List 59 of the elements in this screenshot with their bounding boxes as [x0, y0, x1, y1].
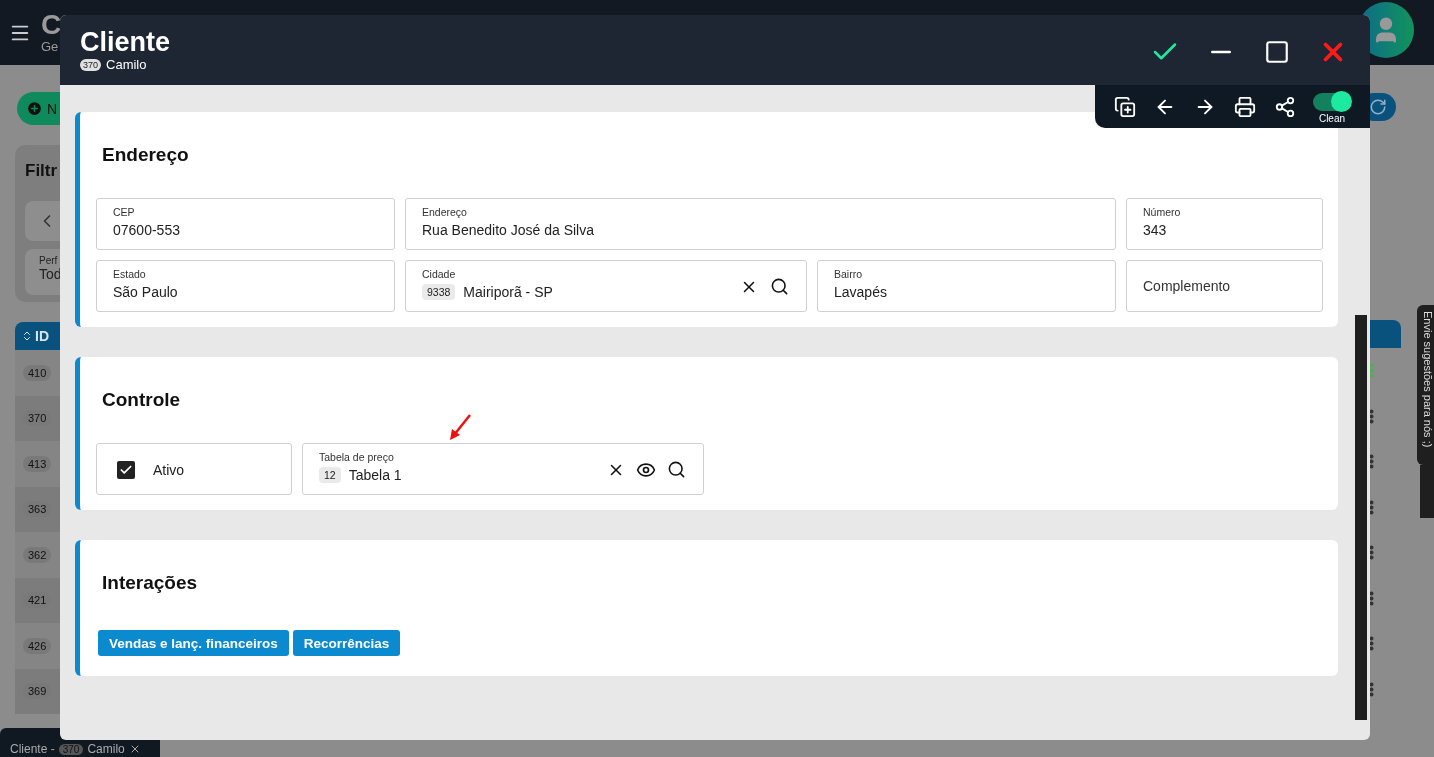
text-field[interactable]: Endereço Rua Benedito José da Silva	[405, 198, 1116, 250]
checkbox-label: Ativo	[153, 461, 185, 478]
refresh-icon	[1369, 98, 1387, 116]
id-badge: 413	[23, 455, 52, 472]
text-field[interactable]: Estado São Paulo	[96, 260, 395, 312]
section-title: Endereço	[102, 144, 190, 166]
modal-subtitle: Camilo	[106, 57, 147, 72]
share-icon[interactable]	[1274, 95, 1296, 118]
lookup-field[interactable]: Cidade 9338 Mairiporã - SP	[405, 260, 807, 312]
action-button[interactable]: Recorrências	[292, 630, 401, 656]
field-placeholder: Complemento	[1143, 277, 1231, 294]
text-field[interactable]: CEP 07600-553	[96, 198, 395, 250]
field-value: Lavapés	[834, 284, 888, 300]
code-badge: 12	[319, 467, 341, 483]
app-subtitle: Ge	[41, 39, 60, 54]
lookup-field[interactable]: Tabela de preço 12 Tabela 1	[302, 443, 704, 495]
plus-icon	[26, 100, 43, 117]
text-field[interactable]: Complemento	[1126, 260, 1323, 312]
feedback-tab[interactable]: Envie sugestões para nós ;)	[1417, 305, 1434, 465]
field-label: Número	[1143, 206, 1182, 218]
code-badge: 9338	[422, 284, 456, 300]
search-icon[interactable]	[666, 460, 686, 479]
field-value: 07600-553	[113, 222, 181, 238]
action-button[interactable]: Vendas e lanç. financeiros	[98, 630, 289, 656]
checkbox[interactable]	[117, 460, 135, 479]
field-value: Mairiporã - SP	[463, 284, 553, 300]
field-label: Estado	[113, 268, 147, 280]
print-icon[interactable]	[1234, 95, 1256, 118]
pointer-arrow-icon	[448, 413, 472, 441]
clean-toggle[interactable]	[1313, 93, 1351, 111]
id-badge: 410	[23, 364, 52, 381]
toggle-label: Clean	[1318, 113, 1346, 124]
field-value: 343	[1143, 222, 1168, 238]
field-value: Rua Benedito José da Silva	[422, 222, 595, 238]
sort-icon	[21, 330, 33, 342]
field-value: Tabela 1	[348, 467, 402, 483]
filter-title: Filtr	[25, 161, 59, 181]
tab-label: Cliente -	[10, 742, 55, 756]
maximize-icon[interactable]	[1264, 39, 1290, 65]
field-label: Endereço	[422, 206, 468, 218]
duplicate-icon[interactable]	[1114, 95, 1136, 118]
app-title: C	[41, 11, 62, 39]
id-badge: 426	[23, 637, 52, 654]
feedback-strip	[1420, 465, 1434, 518]
field-label: Bairro	[834, 268, 863, 280]
field-label: Tabela de preço	[319, 451, 395, 463]
field-label: Cidade	[422, 268, 457, 280]
text-field[interactable]: Número 343	[1126, 198, 1323, 250]
field-value: São Paulo	[113, 284, 179, 300]
field-label: CEP	[113, 206, 136, 218]
search-icon[interactable]	[769, 277, 789, 296]
id-badge: 362	[23, 546, 52, 563]
id-badge: 370	[80, 58, 102, 71]
section-title: Interações	[102, 572, 199, 594]
id-badge: 370	[58, 743, 84, 755]
tab-name: Camilo	[87, 742, 125, 756]
modal-title: Cliente	[80, 27, 171, 57]
section-title: Controle	[102, 389, 182, 411]
text-field[interactable]: Bairro Lavapés	[817, 260, 1116, 312]
